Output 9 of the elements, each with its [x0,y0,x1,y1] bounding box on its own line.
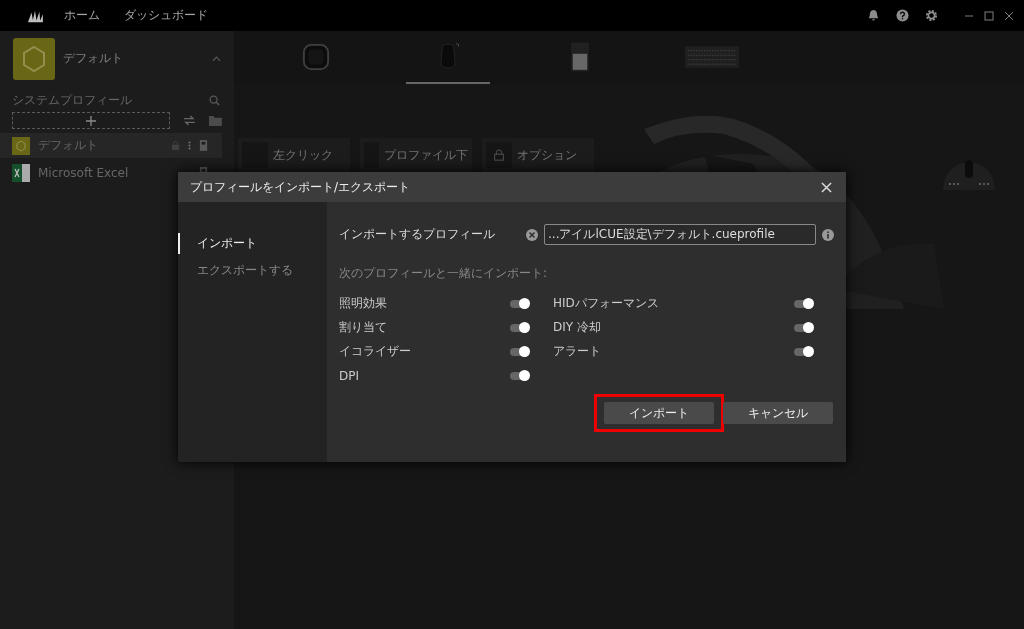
profile-name: デフォルト [63,50,124,67]
option-label: 照明効果 [339,295,387,312]
dialog-title: プロフィールをインポート/エクスポート [190,178,411,196]
profile-name: Microsoft Excel [38,165,130,180]
option-label: DIY 冷却 [553,319,601,336]
option-label: 割り当て [339,319,387,336]
option-label: DPI [339,368,359,383]
option-label: イコライザー [339,343,411,360]
option-label: アラート [553,343,601,360]
